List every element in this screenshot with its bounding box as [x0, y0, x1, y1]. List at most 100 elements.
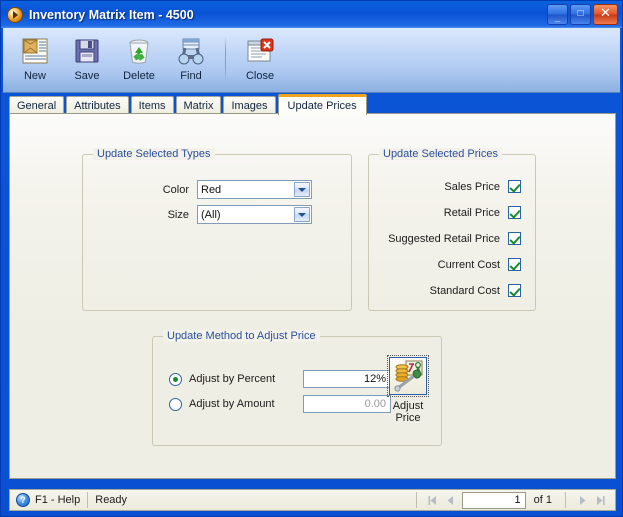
size-dropdown[interactable]: (All) [197, 205, 312, 224]
radio-adjust-by-percent[interactable] [169, 372, 182, 386]
tab-label: Update Prices [287, 100, 357, 112]
window-title: Inventory Matrix Item - 4500 [29, 7, 194, 22]
checkbox-suggested-retail-price[interactable] [508, 232, 521, 245]
field-label-size: Size [167, 208, 189, 221]
checkbox-label-current-cost: Current Cost [437, 258, 500, 271]
checkbox-label-suggested-retail-price: Suggested Retail Price [388, 232, 500, 245]
size-dropdown-value: (All) [201, 208, 221, 221]
minimize-icon: _ [554, 12, 561, 23]
group-update-selected-types: Update Selected Types Color Red Size (Al… [82, 148, 352, 311]
floppy-disk-icon [71, 35, 103, 67]
toolbar-label-find: Find [180, 70, 202, 82]
checkbox-standard-cost[interactable] [508, 284, 521, 297]
maximize-button[interactable]: □ [570, 4, 591, 25]
color-dropdown[interactable]: Red [197, 180, 312, 199]
title-bar: Inventory Matrix Item - 4500 _ □ ✕ [1, 1, 622, 28]
field-label-color: Color [162, 183, 189, 196]
previous-record-icon[interactable] [442, 492, 460, 508]
window-controls: _ □ ✕ [547, 4, 618, 25]
toolbar: New Save Delete Find Close [3, 28, 620, 93]
toolbar-button-close[interactable]: Close [234, 32, 286, 82]
adjust-price-label-line1: Adjust [392, 400, 424, 412]
row-suggested-retail-price: Suggested Retail Price [388, 232, 521, 245]
app-icon [7, 6, 23, 23]
current-record-input[interactable]: 1 [461, 491, 526, 509]
checkbox-label-retail-price: Retail Price [443, 206, 500, 219]
record-navigator: 1 of 1 [409, 491, 615, 509]
row-sales-price: Sales Price [444, 180, 521, 193]
row-adjust-by-amount: Adjust by Amount 0.00 [169, 395, 391, 413]
total-records: 1 [545, 494, 552, 506]
recycle-bin-icon [123, 35, 155, 67]
tab-label: Attributes [74, 99, 121, 112]
radio-adjust-by-amount[interactable] [169, 397, 182, 411]
record-count: of 1 [534, 494, 552, 506]
row-standard-cost: Standard Cost [430, 284, 521, 297]
tab-matrix[interactable]: Matrix [175, 96, 222, 114]
tab-content-update-prices: Update Selected Types Color Red Size (Al… [9, 113, 616, 479]
radio-label-adjust-by-percent: Adjust by Percent [189, 373, 276, 385]
tab-images[interactable]: Images [223, 96, 276, 114]
group-update-method: Update Method to Adjust Price Adjust by … [152, 330, 442, 446]
toolbar-button-save[interactable]: Save [61, 32, 113, 82]
checkbox-current-cost[interactable] [508, 258, 521, 271]
group-title: Update Selected Prices [379, 148, 502, 160]
tab-label: Items [138, 99, 166, 112]
toolbar-label-save: Save [74, 70, 100, 82]
tab-general[interactable]: General [9, 96, 65, 114]
toolbar-button-new[interactable]: New [9, 32, 61, 82]
application-window: Inventory Matrix Item - 4500 _ □ ✕ New S… [0, 0, 623, 517]
close-icon: ✕ [600, 6, 611, 21]
help-cell[interactable]: ? F1 - Help [10, 490, 80, 510]
tab-items[interactable]: Items [130, 96, 174, 114]
group-update-selected-prices: Update Selected Prices Sales Price Retai… [368, 148, 536, 311]
adjust-price-label-line2: Price [395, 412, 421, 424]
binoculars-icon [175, 35, 207, 67]
toolbar-separator [225, 36, 226, 82]
checkbox-sales-price[interactable] [508, 180, 521, 193]
tab-label: Matrix [183, 99, 214, 112]
chevron-down-icon[interactable] [294, 207, 310, 222]
next-record-icon[interactable] [573, 492, 591, 508]
close-button[interactable]: ✕ [593, 4, 618, 25]
checkbox-retail-price[interactable] [508, 206, 521, 219]
help-question-icon: ? [16, 493, 30, 507]
tab-attributes[interactable]: Attributes [66, 96, 129, 114]
status-separator [87, 492, 89, 508]
field-size: Size (All) [97, 205, 339, 224]
tab-strip: General Attributes Items Matrix Images U… [9, 94, 616, 115]
tab-label: Images [231, 99, 268, 112]
first-record-icon[interactable] [424, 492, 442, 508]
tab-label: General [17, 99, 57, 112]
adjust-price-button-label: Adjust Price [393, 400, 424, 424]
status-message: Ready [95, 494, 128, 506]
close-window-icon [244, 35, 276, 67]
row-adjust-by-percent: Adjust by Percent 12% [169, 370, 391, 388]
coins-calculator-wrench-icon [387, 355, 429, 397]
row-current-cost: Current Cost [438, 258, 521, 271]
of-label: of [533, 494, 543, 506]
chevron-down-icon[interactable] [294, 182, 310, 197]
row-retail-price: Retail Price [444, 206, 521, 219]
minimize-button[interactable]: _ [547, 4, 568, 25]
last-record-icon[interactable] [591, 492, 609, 508]
tab-update-prices[interactable]: Update Prices [277, 94, 367, 115]
group-title: Update Selected Types [93, 148, 215, 160]
nav-separator-left [415, 492, 417, 508]
toolbar-label-close: Close [245, 70, 275, 82]
checkbox-label-sales-price: Sales Price [444, 180, 500, 193]
status-bar: ? F1 - Help Ready 1 of 1 [9, 489, 616, 511]
adjust-price-button[interactable]: Adjust Price [378, 355, 438, 424]
field-color: Color Red [97, 180, 339, 199]
toolbar-label-new: New [23, 70, 46, 82]
toolbar-button-find[interactable]: Find [165, 32, 217, 82]
new-document-icon [19, 35, 51, 67]
nav-separator-right [565, 492, 566, 508]
checkbox-label-standard-cost: Standard Cost [429, 284, 500, 297]
maximize-icon: □ [577, 8, 584, 19]
toolbar-button-delete[interactable]: Delete [113, 32, 165, 82]
toolbar-label-delete: Delete [123, 70, 155, 82]
color-dropdown-value: Red [201, 183, 222, 196]
group-title: Update Method to Adjust Price [163, 330, 320, 342]
radio-label-adjust-by-amount: Adjust by Amount [189, 398, 275, 410]
